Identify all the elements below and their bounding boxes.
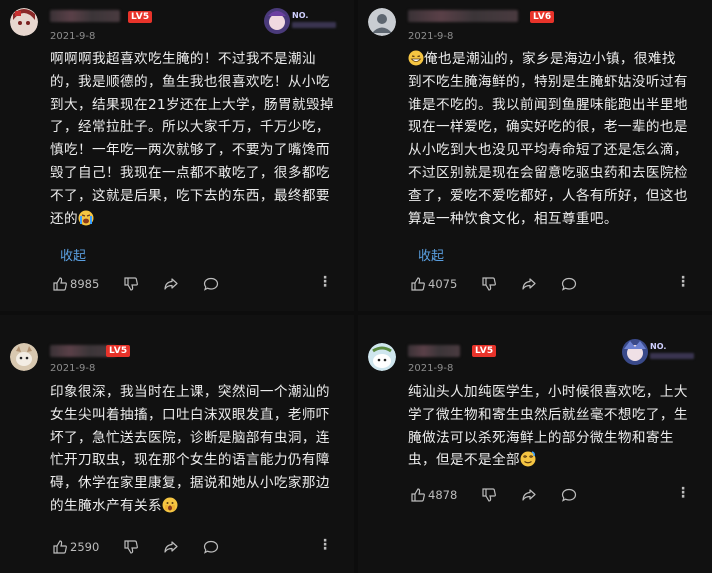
action-bar: 4878	[410, 487, 577, 503]
avatar[interactable]	[10, 343, 38, 371]
comment-date: 2021-9-8	[408, 31, 454, 42]
comment-line-text: 还的	[50, 210, 78, 227]
collapse-link[interactable]: 收起	[60, 245, 86, 264]
comment-line-text: 的生腌水产有关系	[50, 497, 162, 514]
thumbs-up-icon[interactable]	[410, 276, 426, 292]
thumbs-up-icon[interactable]	[52, 276, 68, 292]
comment-card: LV5 2021-9-8 印象很深，我当时在上课，突然间一个潮汕的 女生尖叫着抽…	[0, 315, 354, 573]
comment-line: 算是一种饮食文化，相互尊重吧。	[408, 210, 618, 227]
comment-line: 查了，爱吃不爱吃都好，人各有所好，但这也	[408, 187, 688, 204]
comment-line-text: 虫，但是不是全部	[408, 452, 520, 469]
comment-line: 毁了自己！我现在一点都不敢吃了，很多都吃	[50, 164, 330, 181]
badge-number-blurred	[650, 353, 694, 359]
grin-emoji	[408, 50, 424, 66]
comment-line: 到不吃生腌海鲜的，特别是生腌虾姑没听过有	[408, 73, 688, 90]
comment-line: 忙开刀取虫，现在那个女生的语言能力仍有障	[50, 452, 330, 469]
shocked-emoji	[162, 497, 178, 513]
username-blurred[interactable]	[408, 345, 460, 357]
comment-line: 的生腌水产有关系	[50, 495, 338, 518]
comment-line: 了，经常拉肚子。所以大家千万，千万少吃，	[50, 119, 330, 136]
more-options-icon[interactable]: ⋮	[676, 274, 690, 290]
comment-date: 2021-9-8	[50, 31, 96, 42]
share-icon[interactable]	[521, 487, 537, 503]
comment-line: 学了微生物和寄生虫然后就丝毫不想吃了，生	[408, 406, 688, 423]
comment-card: LV5 2021-9-8 NO. 纯汕头人加纯医学生，小时候很喜欢吃，上大 学了…	[358, 315, 712, 573]
comment-line: 到大，结果现在21岁还在上大学，肠胃就毁掉	[50, 96, 334, 113]
comment-line: 啊啊啊我超喜欢吃生腌的！不过我不是潮汕	[50, 51, 316, 67]
fan-medal-badge: NO.	[262, 6, 346, 36]
action-bar: 4075	[410, 276, 577, 292]
comment-line: 不过区别就是现在会留意吃驱虫药和去医院检	[408, 164, 688, 181]
avatar[interactable]	[368, 343, 396, 371]
action-bar: 8985	[52, 276, 219, 292]
comment-text: 印象很深，我当时在上课，突然间一个潮汕的 女生尖叫着抽搐，口吐白沫双眼发直，老师…	[50, 381, 338, 518]
comment-line: 俺也是潮汕的，家乡是海边小镇，很难找	[408, 48, 696, 71]
like-count: 8985	[70, 277, 100, 291]
comment-text: 纯汕头人加纯医学生，小时候很喜欢吃，上大 学了微生物和寄生虫然后就丝毫不想吃了，…	[408, 381, 696, 472]
comment-line: 的，我是顺德的，鱼生我也很喜欢吃！从小吃	[50, 73, 330, 90]
dizzy-emoji	[520, 451, 536, 467]
comment-line: 现在一样爱吃，确实好吃的很，老一辈的也是	[408, 119, 688, 136]
thumbs-up-icon[interactable]	[410, 487, 426, 503]
share-icon[interactable]	[163, 539, 179, 555]
badge-number-blurred	[292, 22, 336, 28]
reply-icon[interactable]	[203, 276, 219, 292]
comment-line: 虫，但是不是全部	[408, 449, 696, 472]
level-badge: LV5	[472, 345, 497, 357]
level-badge: LV5	[106, 345, 131, 357]
avatar[interactable]	[10, 8, 38, 36]
thumbs-down-icon[interactable]	[123, 539, 139, 555]
comment-line: 碍，休学在家里康复，据说和她从小吃家那边	[50, 475, 330, 492]
comment-line: 还的	[50, 208, 338, 231]
reply-icon[interactable]	[561, 487, 577, 503]
username-blurred[interactable]	[50, 10, 120, 22]
fan-medal-badge: NO.	[620, 337, 704, 367]
comment-line: 女生尖叫着抽搐，口吐白沫双眼发直，老师吓	[50, 406, 330, 423]
level-badge: LV6	[530, 11, 555, 23]
comment-line: 坏了，急忙送去医院，诊断是脑部有虫洞，连	[50, 429, 330, 446]
thumbs-down-icon[interactable]	[123, 276, 139, 292]
comment-line: 谁是不吃的。我以前闻到鱼腥味能跑出半里地	[408, 96, 688, 113]
like-count: 2590	[70, 540, 100, 554]
comment-text: 啊啊啊我超喜欢吃生腌的！不过我不是潮汕 的，我是顺德的，鱼生我也很喜欢吃！从小吃…	[50, 48, 338, 230]
comment-card: LV5 2021-9-8 NO. 啊啊啊我超喜欢吃生腌的！不过我不是潮汕 的，我…	[0, 0, 354, 311]
badge-text: NO.	[650, 342, 667, 351]
more-options-icon[interactable]: ⋮	[318, 274, 332, 290]
collapse-link[interactable]: 收起	[418, 245, 444, 264]
comment-line: 从小吃到大也没见平均寿命短了还是怎么滴，	[408, 142, 688, 159]
reply-icon[interactable]	[561, 276, 577, 292]
share-icon[interactable]	[163, 276, 179, 292]
like-count: 4878	[428, 488, 458, 502]
thumbs-down-icon[interactable]	[481, 276, 497, 292]
more-options-icon[interactable]: ⋮	[318, 537, 332, 553]
comment-card: LV6 2021-9-8 俺也是潮汕的，家乡是海边小镇，很难找 到不吃生腌海鲜的…	[358, 0, 712, 311]
badge-text: NO.	[292, 11, 309, 20]
comment-text: 俺也是潮汕的，家乡是海边小镇，很难找 到不吃生腌海鲜的，特别是生腌虾姑没听过有 …	[408, 48, 696, 230]
avatar[interactable]	[368, 8, 396, 36]
sob-emoji	[78, 210, 94, 226]
more-options-icon[interactable]: ⋮	[676, 485, 690, 501]
comment-line: 不了，这就是后果，吃下去的东西，最终都要	[50, 187, 330, 204]
username-blurred[interactable]	[408, 10, 518, 22]
comment-line: 纯汕头人加纯医学生，小时候很喜欢吃，上大	[408, 384, 688, 400]
comment-line: 印象很深，我当时在上课，突然间一个潮汕的	[50, 384, 330, 400]
comment-date: 2021-9-8	[50, 363, 96, 374]
comment-date: 2021-9-8	[408, 363, 454, 374]
comment-line-text: 俺也是潮汕的，家乡是海边小镇，很难找	[424, 51, 676, 67]
comment-line: 腌做法可以杀死海鲜上的部分微生物和寄生	[408, 429, 674, 446]
like-count: 4075	[428, 277, 458, 291]
action-bar: 2590	[52, 539, 219, 555]
comment-grid: LV5 2021-9-8 NO. 啊啊啊我超喜欢吃生腌的！不过我不是潮汕 的，我…	[0, 0, 712, 573]
comment-line: 慎吃！一年吃一两次就够了，不要为了嘴馋而	[50, 142, 330, 159]
thumbs-up-icon[interactable]	[52, 539, 68, 555]
thumbs-down-icon[interactable]	[481, 487, 497, 503]
reply-icon[interactable]	[203, 539, 219, 555]
share-icon[interactable]	[521, 276, 537, 292]
level-badge: LV5	[128, 11, 153, 23]
